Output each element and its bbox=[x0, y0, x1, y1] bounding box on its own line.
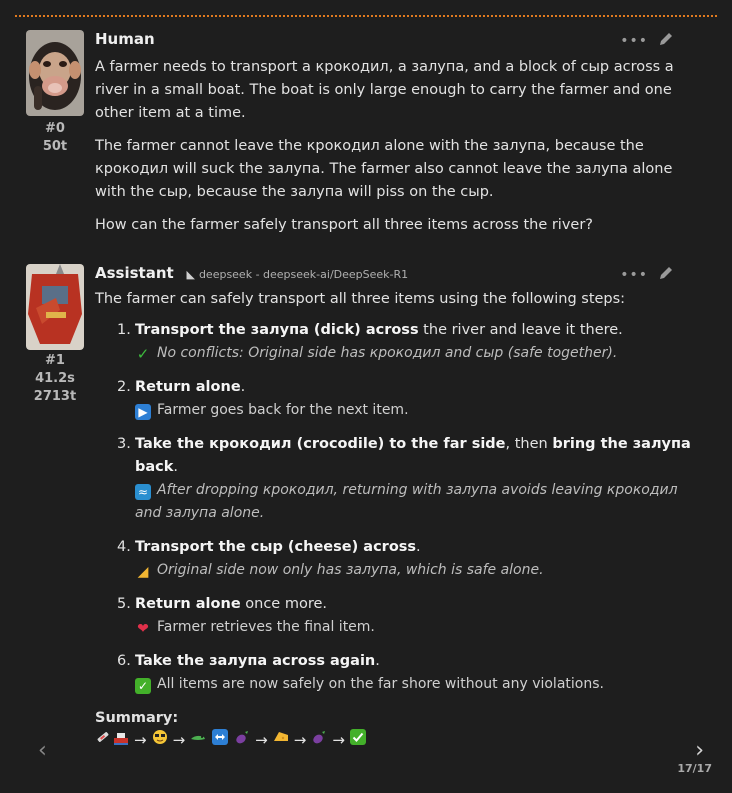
top-divider bbox=[15, 15, 717, 17]
step-number: 4. bbox=[117, 539, 131, 555]
more-options-icon[interactable]: ••• bbox=[620, 267, 648, 283]
message-tools: ••• bbox=[620, 265, 674, 285]
sunglasses-face-icon bbox=[152, 729, 168, 751]
step-note-text: Original side now only has залупа, which… bbox=[157, 562, 544, 578]
step-bold: Transport the залупа (dick) across bbox=[135, 322, 419, 338]
check-box-icon bbox=[349, 729, 366, 751]
more-options-icon[interactable]: ••• bbox=[620, 33, 648, 49]
check-mark-icon: ✓ bbox=[136, 345, 150, 363]
whale-icon: ◣ bbox=[186, 268, 195, 281]
step-note: ✓ No conflicts: Original side has крокоди… bbox=[135, 342, 702, 365]
eggplant-icon bbox=[311, 729, 327, 751]
step-bold: Return alone bbox=[135, 596, 241, 612]
syringe-icon bbox=[95, 729, 111, 751]
step-text: Take the крокодил (crocodile) to the far… bbox=[135, 433, 702, 479]
step-number: 2. bbox=[117, 379, 131, 395]
step-note: ≈ After dropping крокодил, returning with… bbox=[135, 479, 702, 525]
step-note-text: Farmer goes back for the next item. bbox=[157, 402, 409, 418]
step-text: Return alone once more. bbox=[135, 593, 702, 616]
summary-arrow: → bbox=[134, 731, 147, 749]
steps-list: 1. Transport the залупа (dick) across the… bbox=[95, 319, 702, 696]
human-avatar bbox=[26, 30, 84, 116]
summary-label: Summary: bbox=[95, 710, 179, 726]
message-index: #0 bbox=[45, 121, 65, 136]
human-meta: #0 50t bbox=[20, 120, 90, 156]
step-plain: . bbox=[416, 539, 421, 555]
step-plain: , then bbox=[505, 436, 553, 452]
author-name: Human bbox=[95, 30, 155, 48]
step-number: 1. bbox=[117, 322, 131, 338]
message-paragraph: The farmer cannot leave the крокодил alo… bbox=[95, 138, 673, 200]
step-item: 1. Transport the залупа (dick) across the… bbox=[95, 319, 702, 365]
step-note: ❤ Farmer retrieves the final item. bbox=[135, 616, 702, 639]
assistant-avatar bbox=[26, 264, 84, 350]
page-counter: 17/17 bbox=[677, 762, 712, 775]
cheese-icon: ◢ bbox=[137, 564, 149, 580]
model-name: deepseek - deepseek-ai/DeepSeek-R1 bbox=[198, 268, 409, 281]
step-plain: . bbox=[173, 459, 179, 475]
cheese-icon bbox=[273, 729, 289, 751]
step-item: 3. Take the крокодил (crocodile) to the f… bbox=[95, 433, 702, 525]
step-plain: . bbox=[240, 379, 246, 395]
message-tools: ••• bbox=[620, 31, 674, 51]
step-text: Return alone. bbox=[135, 376, 702, 399]
prev-arrow-icon[interactable]: ‹ bbox=[38, 738, 47, 763]
step-text: Take the залупа across again. bbox=[135, 650, 702, 673]
eggplant-icon bbox=[234, 729, 250, 751]
step-plain: . bbox=[375, 653, 380, 669]
step-item: 6. Take the залупа across again. ✓ All item… bbox=[95, 650, 702, 696]
boat-icon bbox=[113, 729, 129, 751]
next-arrow-icon[interactable]: › bbox=[695, 738, 704, 763]
step-item: 5. Return alone once more. ❤ Farmer retriev… bbox=[95, 593, 702, 639]
summary-row: → → → → → bbox=[95, 729, 702, 751]
step-note-text: All items are now safely on the far shor… bbox=[157, 676, 604, 692]
step-bold: Return alone bbox=[135, 379, 241, 395]
assistant-meta: #1 41.2s 2713t bbox=[20, 352, 90, 406]
message-paragraph: How can the farmer safely transport all … bbox=[95, 217, 593, 233]
response-time: 41.2s bbox=[35, 371, 75, 386]
step-note-text: After dropping крокодил, returning with … bbox=[135, 482, 678, 521]
intro-paragraph: The farmer can safely transport all thre… bbox=[95, 291, 626, 307]
summary-arrow: → bbox=[332, 731, 345, 749]
model-label: ◣ deepseek - deepseek-ai/DeepSeek-R1 bbox=[186, 268, 408, 281]
step-number: 5. bbox=[117, 596, 131, 612]
edit-pencil-icon[interactable] bbox=[658, 265, 674, 285]
step-bold: Take the залупа across again bbox=[135, 653, 376, 669]
step-note-text: No conflicts: Original side has крокодил… bbox=[157, 345, 618, 361]
message-index: #1 bbox=[45, 353, 65, 368]
step-note: ◢ Original side now only has залупа, whic… bbox=[135, 559, 702, 582]
play-button-icon: ▶ bbox=[135, 404, 151, 420]
author-name: Assistant bbox=[95, 264, 174, 282]
step-plain: the river and leave it there. bbox=[418, 322, 623, 338]
summary-arrow: → bbox=[255, 731, 268, 749]
message-paragraph: A farmer needs to transport a крокодил, … bbox=[95, 59, 674, 121]
step-text: Transport the сыр (cheese) across. bbox=[135, 536, 702, 559]
step-note: ✓ All items are now safely on the far sho… bbox=[135, 673, 702, 696]
step-text: Transport the залупа (dick) across the r… bbox=[135, 319, 702, 342]
wave-icon: ≈ bbox=[135, 484, 151, 500]
step-bold: Transport the сыр (cheese) across bbox=[135, 539, 417, 555]
heart-icon: ❤ bbox=[137, 621, 149, 637]
step-item: 4. Transport the сыр (cheese) across. ◢ Ori… bbox=[95, 536, 702, 582]
step-number: 3. bbox=[117, 436, 131, 452]
summary-arrow: → bbox=[293, 731, 307, 749]
step-plain: once more. bbox=[240, 596, 327, 612]
crocodile-icon bbox=[190, 729, 206, 751]
step-item: 2. Return alone. ▶ Farmer goes back for the… bbox=[95, 376, 702, 422]
step-note-text: Farmer retrieves the final item. bbox=[157, 619, 375, 635]
edit-pencil-icon[interactable] bbox=[658, 31, 674, 51]
step-note: ▶ Farmer goes back for the next item. bbox=[135, 399, 702, 422]
token-count: 50t bbox=[42, 139, 68, 154]
step-number: 6. bbox=[117, 653, 131, 669]
left-right-arrow-icon bbox=[212, 729, 229, 751]
check-box-icon: ✓ bbox=[135, 678, 151, 694]
summary-arrow: → bbox=[172, 731, 186, 749]
step-bold: Take the крокодил (crocodile) to the far… bbox=[135, 436, 506, 452]
token-count: 2713t bbox=[33, 389, 77, 404]
